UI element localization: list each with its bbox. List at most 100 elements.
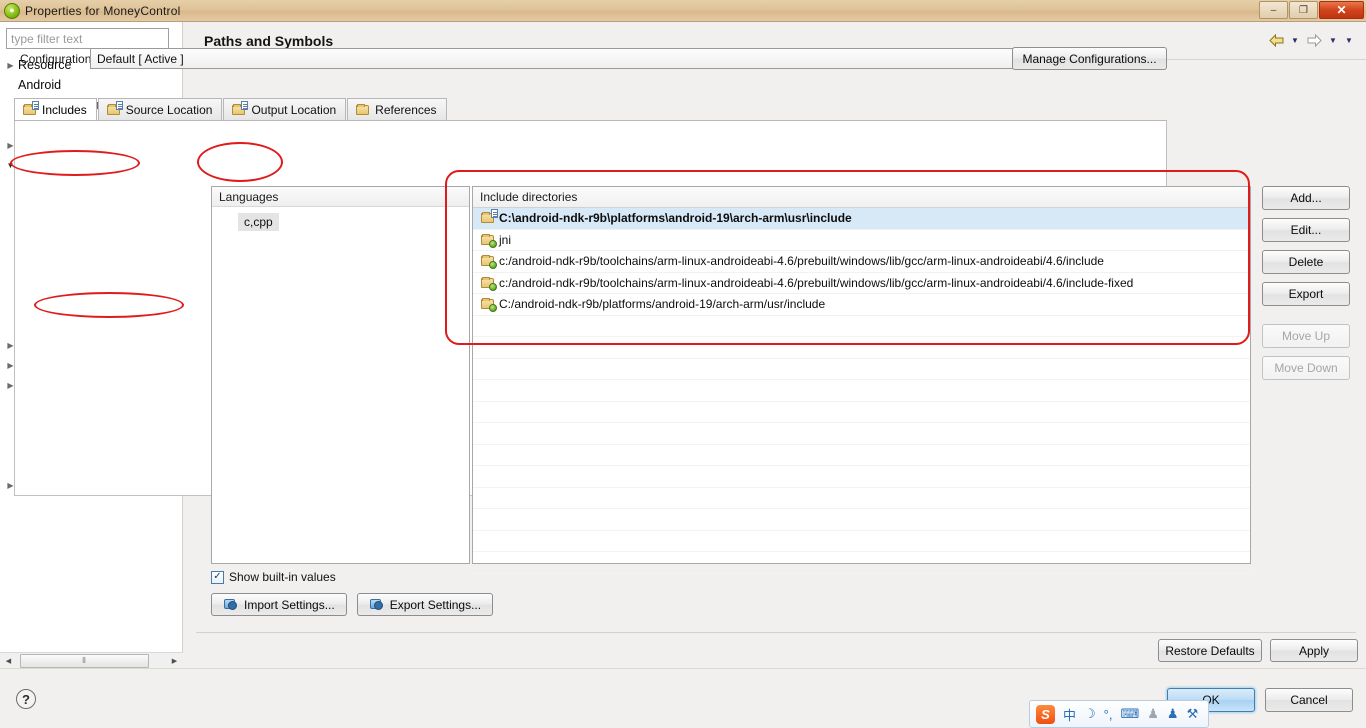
ime-toolbar[interactable]: S 中 ☽ °, ⌨ ♟ ♟ ⚒ (1029, 700, 1209, 728)
minimize-icon[interactable]: – (1259, 1, 1288, 19)
include-directory-empty-row[interactable] (473, 509, 1250, 531)
window-title: Properties for MoneyControl (25, 3, 181, 18)
filter-input[interactable] (6, 28, 169, 49)
properties-dialog: ● Properties for MoneyControl – ❐ ✕ ▶ Res… (0, 0, 1366, 728)
tab-label: Output Location (251, 102, 337, 117)
include-directory-empty-row[interactable] (473, 445, 1250, 466)
include-directory-path: C:/android-ndk-r9b/platforms/android-19/… (499, 297, 826, 312)
includes-folder-icon (22, 100, 39, 117)
include-directory-empty-row[interactable] (473, 488, 1250, 509)
import-settings-label: Import Settings... (244, 597, 335, 612)
folder-link-icon (480, 209, 498, 225)
scroll-right-icon[interactable]: ▶ (166, 653, 183, 669)
forward-menu-chevron-down-icon[interactable]: ▼ (1326, 30, 1340, 50)
more-menu-chevron-down-icon[interactable]: ▼ (1342, 30, 1356, 50)
include-directory-path: c:/android-ndk-r9b/toolchains/arm-linux-… (499, 275, 1134, 290)
include-directory-path: C:\android-ndk-r9b\platforms\android-19\… (499, 211, 852, 226)
include-directories-list[interactable]: C:\android-ndk-r9b\platforms\android-19\… (473, 208, 1250, 574)
include-directory-empty-row[interactable] (473, 402, 1250, 423)
import-icon (223, 598, 238, 611)
ime-mode-icon[interactable]: 中 (1063, 705, 1076, 724)
tab-strip: Includes Source Location Output Location Re… (14, 98, 1167, 121)
tab-label: Includes (42, 102, 87, 117)
output-folder-icon (231, 100, 249, 117)
languages-list: c,cpp (212, 207, 469, 231)
add-button[interactable]: Add... (1262, 186, 1350, 210)
folder-builtin-icon (480, 297, 497, 313)
language-item[interactable]: c,cpp (238, 213, 279, 231)
ime-user-icon[interactable]: ♟ (1147, 706, 1159, 722)
ime-keyboard-icon[interactable]: ⌨ (1120, 706, 1139, 722)
include-directory-empty-row[interactable] (473, 359, 1250, 380)
include-directory-row[interactable]: c:/android-ndk-r9b/toolchains/arm-linux-… (473, 273, 1250, 294)
back-arrow-icon[interactable] (1266, 30, 1286, 50)
include-directory-row[interactable]: C:/android-ndk-r9b/platforms/android-19/… (473, 294, 1250, 316)
folder-builtin-icon (480, 276, 497, 291)
include-directory-empty-row[interactable] (473, 552, 1250, 574)
manage-configurations-button[interactable]: Manage Configurations... (1012, 47, 1167, 70)
restore-icon[interactable]: ❐ (1289, 1, 1318, 19)
include-directory-row[interactable]: c:/android-ndk-r9b/toolchains/arm-linux-… (473, 251, 1250, 273)
export-settings-label: Export Settings... (389, 597, 482, 612)
configuration-combo[interactable]: Default [ Active ] ▼ (90, 48, 1095, 69)
configuration-value: Default [ Active ] (97, 51, 184, 66)
tab-label: References (375, 102, 437, 117)
page-title: Paths and Symbols (204, 33, 334, 49)
sidebar-item-android[interactable]: Android (0, 75, 182, 95)
export-button[interactable]: Export (1262, 282, 1350, 306)
cancel-button[interactable]: Cancel (1265, 688, 1353, 712)
include-directory-empty-row[interactable] (473, 531, 1250, 552)
include-directories-panel: Include directories C:\android-ndk-r9b\p… (472, 186, 1251, 574)
close-icon[interactable]: ✕ (1319, 1, 1364, 19)
folder-builtin-icon (480, 254, 497, 270)
ime-settings-icon[interactable]: ⚒ (1187, 706, 1199, 722)
tree-spacer-icon (4, 81, 17, 90)
include-directory-empty-row[interactable] (473, 380, 1250, 402)
configuration-label: Configuration: (20, 52, 95, 66)
help-icon[interactable]: ? (16, 689, 36, 709)
sidebar-horizontal-scrollbar[interactable]: ◀ ⦀ ▶ (0, 652, 183, 669)
forward-arrow-icon[interactable] (1304, 30, 1324, 50)
tab-source-location[interactable]: Source Location (97, 98, 223, 120)
chevron-right-icon[interactable]: ▶ (4, 61, 17, 70)
restore-defaults-button[interactable]: Restore Defaults (1158, 639, 1262, 662)
apply-button[interactable]: Apply (1270, 639, 1358, 662)
scroll-left-icon[interactable]: ◀ (0, 653, 17, 669)
languages-header: Languages (212, 187, 469, 207)
back-menu-chevron-down-icon[interactable]: ▼ (1288, 30, 1302, 50)
scroll-track[interactable]: ⦀ (17, 653, 166, 669)
source-folder-icon (106, 100, 123, 117)
export-settings-button[interactable]: Export Settings... (356, 593, 494, 616)
tab-includes[interactable]: Includes (14, 98, 97, 120)
include-directories-header: Include directories (473, 187, 1250, 208)
folder-builtin-icon (480, 233, 497, 248)
eclipse-round-icon: ● (4, 2, 20, 19)
references-icon (355, 103, 370, 117)
sidebar-item-label: Android (18, 78, 62, 92)
window-controls: – ❐ ✕ (1259, 1, 1364, 19)
include-directory-empty-row[interactable] (473, 337, 1250, 359)
ime-moon-icon[interactable]: ☽ (1084, 706, 1096, 722)
tab-output-location[interactable]: Output Location (223, 98, 347, 120)
ime-skin-icon[interactable]: ♟ (1167, 706, 1179, 722)
include-directory-empty-row[interactable] (473, 423, 1250, 445)
scroll-thumb[interactable]: ⦀ (20, 654, 149, 668)
export-icon (369, 598, 384, 611)
include-directory-row[interactable]: jni (473, 230, 1250, 251)
show-builtin-checkbox[interactable]: ✓ (211, 570, 224, 584)
include-directory-empty-row[interactable] (473, 316, 1250, 337)
title-bar: ● Properties for MoneyControl – ❐ ✕ (0, 0, 1366, 22)
include-directory-empty-row[interactable] (473, 466, 1250, 488)
move-up-button: Move Up (1262, 324, 1350, 348)
tab-references[interactable]: References (347, 98, 447, 120)
divider (196, 632, 1356, 633)
import-settings-button[interactable]: Import Settings... (211, 593, 347, 616)
list-action-buttons: Add... Edit... Delete Export Move Up Move Dow… (1262, 186, 1350, 388)
include-directory-row[interactable]: C:\android-ndk-r9b\platforms\android-19\… (473, 208, 1250, 230)
ime-punctuation-icon[interactable]: °, (1104, 707, 1113, 722)
delete-button[interactable]: Delete (1262, 250, 1350, 274)
show-builtin-row[interactable]: ✓ Show built-in values (211, 570, 336, 584)
edit-button[interactable]: Edit... (1262, 218, 1350, 242)
navigation-buttons: ▼ ▼ ▼ (1266, 30, 1356, 50)
sogou-logo-icon[interactable]: S (1036, 704, 1055, 724)
